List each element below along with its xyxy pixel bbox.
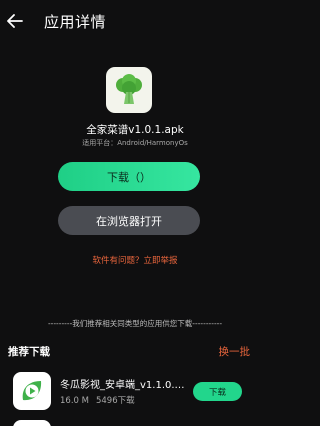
recommend-title: 推荐下载	[8, 346, 50, 358]
app-detail-page: 应用详情 全家菜谱v1.0.1.apk 适用平台：Android/Harmony…	[0, 0, 270, 426]
open-in-browser-button[interactable]: 在浏览器打开	[58, 206, 200, 235]
rec-app-name: 冬瓜影视_安卓端_v1.1.0.apk	[60, 380, 186, 391]
app-name: 全家菜谱v1.0.1.apk	[86, 124, 184, 136]
app-icon	[106, 67, 152, 113]
back-button[interactable]	[4, 10, 26, 32]
page-title: 应用详情	[44, 13, 107, 31]
rec-app-icon	[13, 372, 51, 410]
header: 应用详情	[0, 0, 270, 42]
rec-app-meta: 16.0 M 5496下载	[60, 394, 135, 406]
rec-download-button[interactable]: 下载	[193, 382, 242, 401]
download-button[interactable]: 下载（）	[58, 162, 200, 191]
app-platform: 适用平台：Android/HarmonyOs	[82, 139, 188, 147]
recommend-divider: ---------我们推荐相关同类型的应用供您下载-----------	[47, 319, 223, 328]
next-app-icon	[13, 420, 51, 426]
rec-app-downloads: 5496下载	[95, 396, 135, 406]
rec-app-size: 16.0 M	[60, 396, 89, 406]
list-item[interactable]: 冬瓜影视_安卓端_v1.1.0.apk 16.0 M 5496下载 下载	[0, 368, 270, 414]
broccoli-icon	[116, 74, 142, 104]
play-leaf-icon	[22, 381, 42, 401]
arrow-left-icon	[7, 14, 23, 28]
refresh-batch-button[interactable]: 换一批	[219, 344, 251, 359]
report-link[interactable]: 软件有问题？立即举报	[0, 254, 270, 266]
